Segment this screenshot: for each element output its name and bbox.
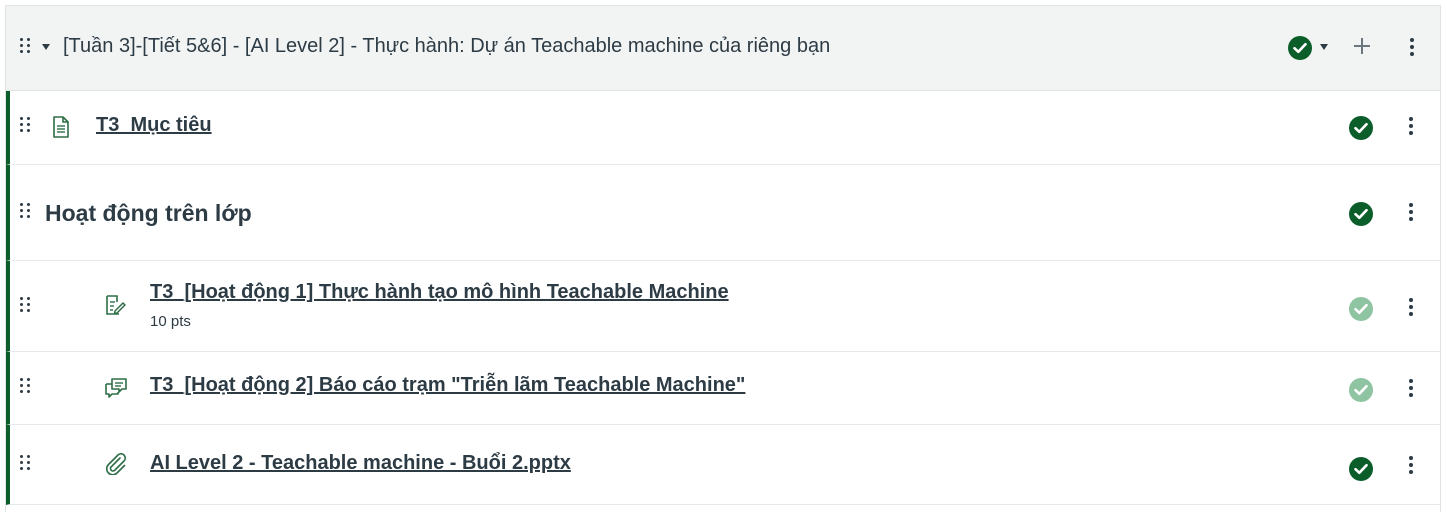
published-check-icon[interactable] xyxy=(1349,202,1373,226)
list-item[interactable]: Hoạt động trên lớp xyxy=(6,165,1440,261)
drag-handle-icon[interactable] xyxy=(20,203,30,223)
published-check-icon[interactable] xyxy=(1349,297,1373,321)
item-link-page[interactable]: T3_Mục tiêu xyxy=(96,114,212,137)
item-options-kebab-icon[interactable] xyxy=(1406,202,1416,222)
drag-handle-icon[interactable] xyxy=(20,378,30,398)
points-label: 10 pts xyxy=(150,313,191,330)
item-link-discussion[interactable]: T3_[Hoạt động 2] Báo cáo trạm "Triễn lãm… xyxy=(150,374,745,397)
publish-menu-caret-icon[interactable] xyxy=(1320,44,1328,50)
item-options-kebab-icon[interactable] xyxy=(1406,116,1416,136)
item-options-kebab-icon[interactable] xyxy=(1406,297,1416,317)
drag-handle-icon[interactable] xyxy=(20,297,30,317)
list-item[interactable]: T3_Mục tiêu xyxy=(6,91,1440,165)
published-check-icon[interactable] xyxy=(1349,457,1373,481)
module-title: [Tuần 3]-[Tiết 5&6] - [AI Level 2] - Thự… xyxy=(63,35,831,57)
item-options-kebab-icon[interactable] xyxy=(1406,378,1416,398)
item-link-file[interactable]: AI Level 2 - Teachable machine - Buổi 2.… xyxy=(150,452,571,475)
list-item[interactable]: T3_[Hoạt động 1] Thực hành tạo mô hình T… xyxy=(6,261,1440,352)
discussion-icon xyxy=(104,377,128,404)
item-link-assignment[interactable]: T3_[Hoạt động 1] Thực hành tạo mô hình T… xyxy=(150,281,729,304)
document-icon xyxy=(52,116,70,143)
drag-handle-icon[interactable] xyxy=(20,38,30,58)
list-item[interactable]: T3_[Hoạt động 2] Báo cáo trạm "Triễn lãm… xyxy=(6,352,1440,425)
module: [Tuần 3]-[Tiết 5&6] - [AI Level 2] - Thự… xyxy=(5,5,1441,512)
drag-handle-icon[interactable] xyxy=(20,117,30,137)
module-options-kebab-icon[interactable] xyxy=(1407,37,1417,57)
published-check-icon[interactable] xyxy=(1349,116,1373,140)
published-check-icon[interactable] xyxy=(1349,378,1373,402)
list-item[interactable]: AI Level 2 - Teachable machine - Buổi 2.… xyxy=(6,425,1440,505)
drag-handle-icon[interactable] xyxy=(20,455,30,475)
collapse-caret-icon[interactable] xyxy=(42,44,50,50)
subheader-title: Hoạt động trên lớp xyxy=(45,200,252,226)
add-item-plus-icon[interactable] xyxy=(1352,36,1372,56)
paperclip-icon xyxy=(104,452,128,480)
published-check-icon[interactable] xyxy=(1288,36,1312,60)
module-header[interactable]: [Tuần 3]-[Tiết 5&6] - [AI Level 2] - Thự… xyxy=(6,6,1440,91)
item-options-kebab-icon[interactable] xyxy=(1406,455,1416,475)
assignment-icon xyxy=(104,294,126,321)
